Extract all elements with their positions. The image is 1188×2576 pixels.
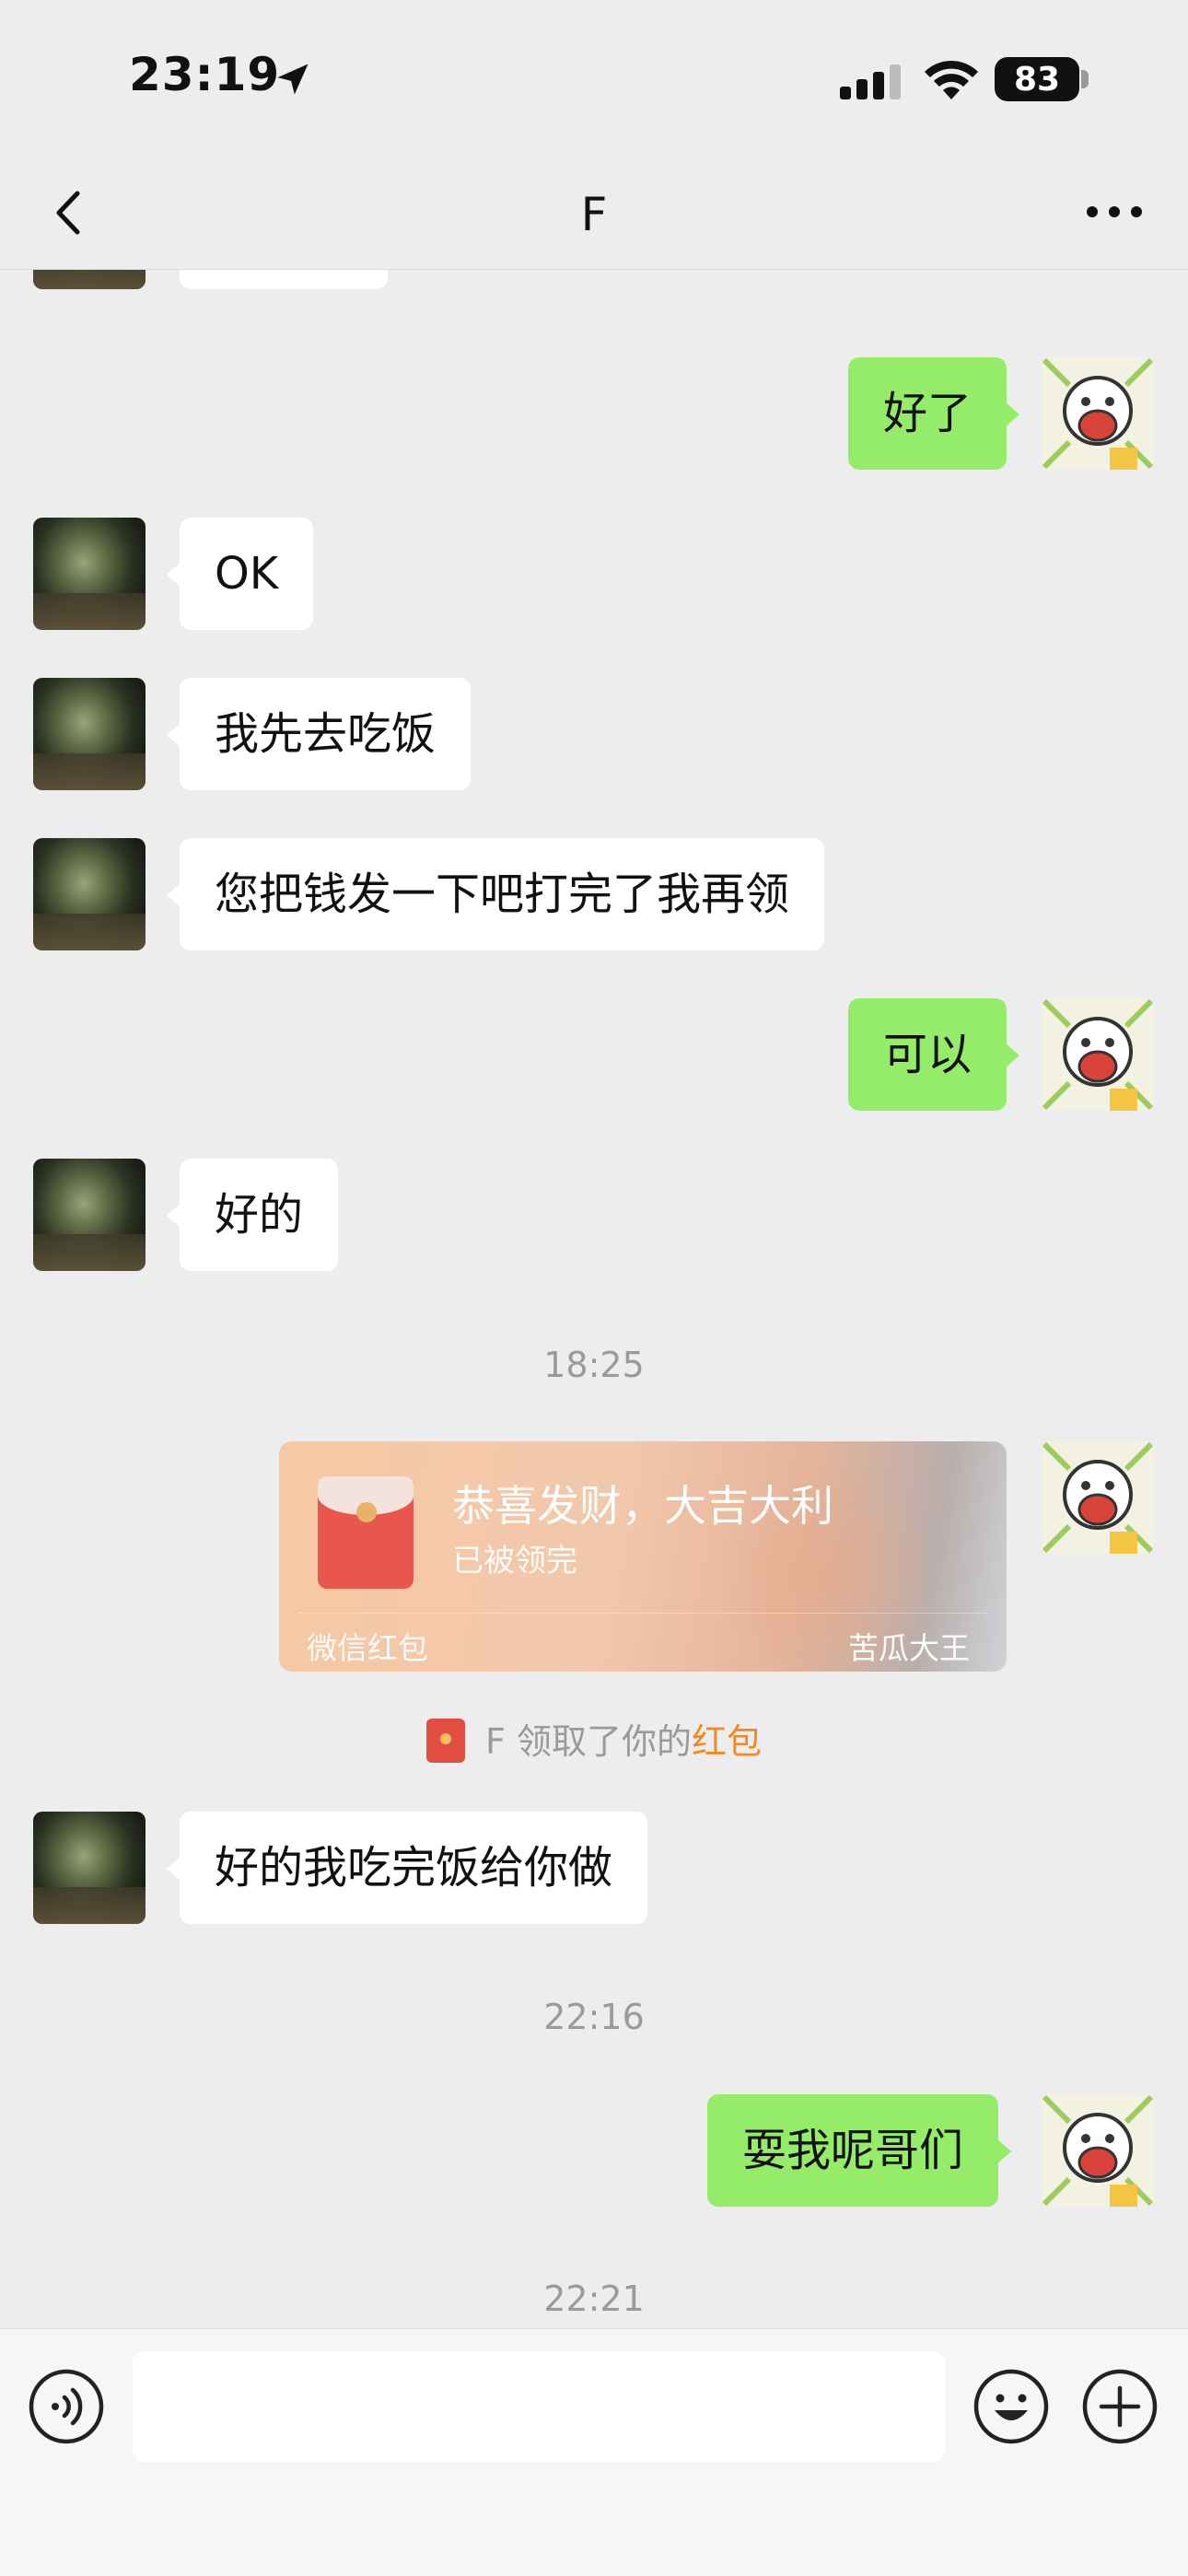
red-packet-divider	[297, 1613, 988, 1614]
message-bubble-sent[interactable]: 耍我呢哥们	[707, 2094, 1012, 2207]
timestamp: 22:16	[543, 1997, 645, 2037]
message-bubble-received[interactable]: 好的	[166, 1159, 339, 1271]
contact-avatar[interactable]	[33, 838, 146, 950]
wifi-icon	[925, 60, 978, 99]
timestamp: 18:25	[543, 1345, 645, 1385]
battery-indicator: 83	[995, 57, 1079, 101]
status-time: 23:19	[129, 48, 281, 101]
system-notice: F 领取了你的红包	[0, 1713, 1188, 1766]
contact-avatar[interactable]	[33, 269, 146, 289]
plus-more-icon[interactable]	[1081, 2368, 1159, 2445]
input-bar	[0, 2328, 1188, 2576]
cellular-signal-icon	[840, 64, 901, 99]
red-packet-label: 微信红包	[307, 1630, 428, 1666]
location-arrow-icon	[277, 64, 309, 95]
my-avatar[interactable]	[1042, 1441, 1154, 1554]
more-options-icon[interactable]	[1077, 179, 1151, 243]
red-packet-title: 恭喜发财，大吉大利	[452, 1481, 833, 1531]
message-bubble-received[interactable]: 您把钱发一下吧打完了我再领	[166, 838, 825, 950]
emoji-icon[interactable]	[973, 2368, 1050, 2445]
contact-avatar[interactable]	[33, 518, 146, 630]
red-packet-small-icon	[426, 1718, 466, 1763]
cartoon-avatar-icon	[1042, 1441, 1154, 1554]
message-bubble-received[interactable]: 我先去吃饭	[166, 678, 472, 790]
message-bubble-sent[interactable]: 好了	[848, 357, 1020, 470]
cartoon-avatar-icon	[1042, 2094, 1154, 2207]
message-bubble-sent[interactable]: 可以	[848, 998, 1020, 1111]
message-bubble-received[interactable]: 好的我吃完饭给你做	[166, 1812, 648, 1924]
message-bubble-received[interactable]: OK	[166, 518, 314, 630]
nav-bar: F	[0, 157, 1188, 270]
red-envelope-seal	[356, 1502, 377, 1522]
message-input[interactable]	[133, 2351, 945, 2462]
contact-avatar[interactable]	[33, 678, 146, 790]
status-bar: 23:19 83	[0, 0, 1188, 157]
message-bubble-partial[interactable]	[180, 269, 388, 289]
voice-input-icon[interactable]	[28, 2368, 105, 2445]
my-avatar[interactable]	[1042, 2094, 1154, 2207]
battery-cap	[1081, 70, 1089, 88]
system-notice-text: F 领取了你的	[485, 1721, 692, 1762]
timestamp: 22:21	[543, 2279, 645, 2319]
my-avatar[interactable]	[1042, 998, 1154, 1111]
cartoon-avatar-icon	[1042, 998, 1154, 1111]
chat-message-list[interactable]: 好了 OK 我先去吃饭 您把钱发一下吧打完了我再领 可以 好的 18:25 恭喜…	[0, 269, 1188, 2328]
contact-avatar[interactable]	[33, 1159, 146, 1271]
contact-avatar[interactable]	[33, 1812, 146, 1924]
red-packet-status: 已被领完	[452, 1543, 577, 1579]
chat-title: F	[580, 188, 608, 241]
my-avatar[interactable]	[1042, 357, 1154, 470]
red-packet-cover-name: 苦瓜大王	[848, 1630, 970, 1666]
red-packet-card[interactable]: 恭喜发财，大吉大利 已被领完 微信红包 苦瓜大王	[279, 1441, 1007, 1672]
red-packet-link[interactable]: 红包	[692, 1721, 762, 1762]
cartoon-avatar-icon	[1042, 357, 1154, 470]
